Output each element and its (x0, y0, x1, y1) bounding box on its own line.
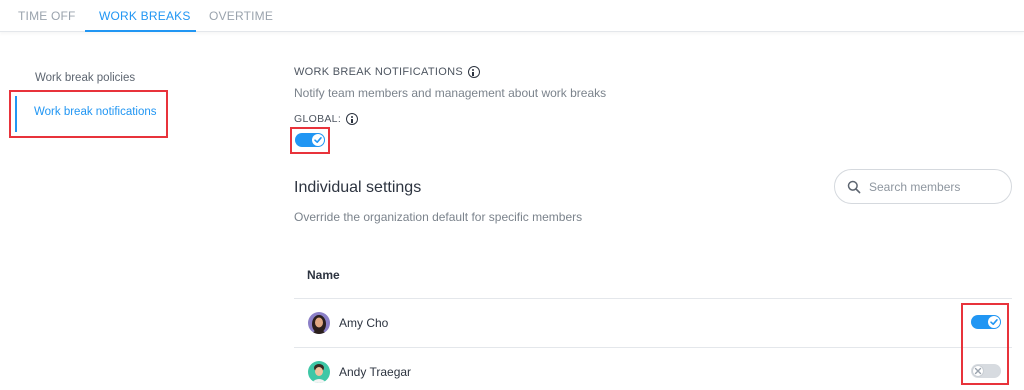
tab-overtime[interactable]: OVERTIME (209, 9, 273, 23)
member-name: Andy Traegar (339, 365, 412, 379)
column-header-name: Name (307, 268, 340, 282)
section-title: WORK BREAK NOTIFICATIONS (294, 66, 480, 78)
individual-settings-title: Individual settings (294, 179, 422, 196)
search-input[interactable] (869, 178, 1005, 196)
tab-time-off[interactable]: TIME OFF (18, 9, 76, 23)
global-label-text: GLOBAL: (294, 113, 342, 125)
info-icon[interactable] (346, 113, 359, 125)
search-icon (847, 180, 861, 194)
individual-settings-description: Override the organization default for sp… (294, 210, 583, 224)
member-row: Amy Cho (294, 299, 1012, 347)
member-row: Andy Traegar (294, 348, 1012, 390)
avatar (308, 312, 330, 334)
member-name: Amy Cho (339, 316, 389, 330)
section-description: Notify team members and management about… (294, 86, 607, 100)
highlight-box-sidebar (9, 90, 168, 138)
tab-work-breaks[interactable]: WORK BREAKS (99, 9, 191, 23)
info-icon[interactable] (467, 66, 480, 78)
avatar (308, 361, 330, 383)
top-tabs: TIME OFF WORK BREAKS OVERTIME (0, 0, 1024, 32)
global-label: GLOBAL: (294, 113, 359, 125)
sidebar-item-work-break-policies[interactable]: Work break policies (35, 72, 135, 84)
highlight-box-global-toggle (290, 127, 330, 154)
section-title-text: WORK BREAK NOTIFICATIONS (294, 66, 463, 78)
highlight-box-member-toggles (961, 303, 1009, 385)
search-members[interactable] (834, 169, 1012, 204)
active-tab-indicator (85, 30, 196, 32)
